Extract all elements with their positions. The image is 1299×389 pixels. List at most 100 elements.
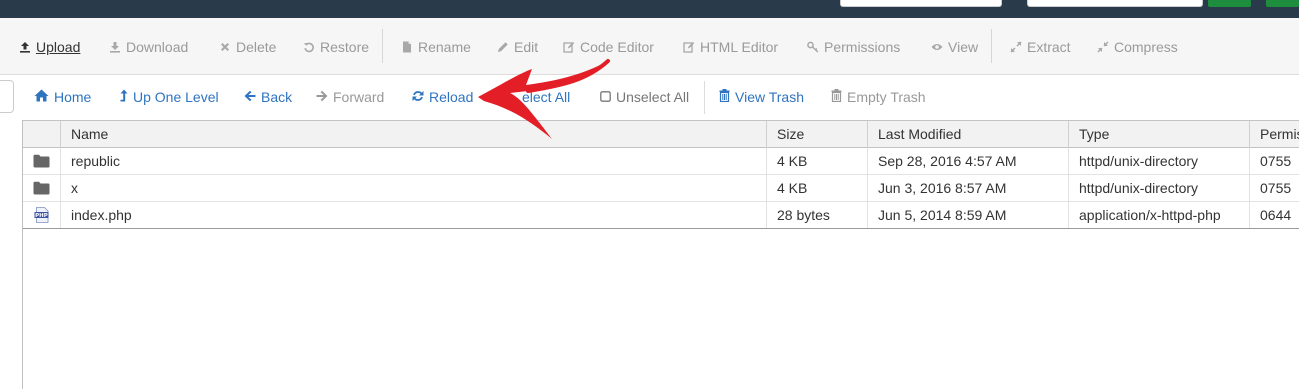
unselect-all-label: Unselect All — [616, 89, 690, 105]
header-permissions[interactable]: Permis — [1249, 121, 1299, 148]
file-name: index.php — [60, 202, 766, 228]
header-size[interactable]: Size — [766, 121, 867, 148]
file-name: x — [60, 175, 766, 201]
checkbox-icon — [600, 89, 611, 105]
header-icon-column — [23, 121, 60, 148]
header-action-button[interactable] — [1266, 0, 1299, 7]
file-icon — [401, 41, 413, 53]
toolbar-divider — [991, 29, 992, 63]
folder-icon — [23, 175, 60, 201]
file-modified: Jun 3, 2016 8:57 AM — [867, 175, 1068, 201]
file-size: 4 KB — [766, 148, 867, 174]
file-permissions: 0755 — [1249, 148, 1299, 174]
key-icon — [807, 41, 819, 53]
file-modified: Sep 28, 2016 4:57 AM — [867, 148, 1068, 174]
permissions-button[interactable]: Permissions — [807, 38, 900, 56]
file-permissions: 0755 — [1249, 175, 1299, 201]
compress-icon — [1097, 41, 1109, 53]
trash-icon — [831, 89, 842, 105]
refresh-icon — [412, 89, 424, 105]
view-label: View — [948, 39, 979, 55]
forward-button[interactable]: Forward — [316, 88, 384, 106]
extract-label: Extract — [1027, 39, 1071, 55]
arrow-right-icon — [316, 89, 328, 105]
home-label: Home — [54, 89, 92, 105]
trash-icon — [719, 89, 730, 105]
restore-button[interactable]: Restore — [303, 38, 369, 56]
header-field-1[interactable] — [840, 0, 1002, 7]
left-panel-toggle[interactable] — [0, 80, 14, 113]
compress-button[interactable]: Compress — [1097, 38, 1178, 56]
header-last-modified[interactable]: Last Modified — [867, 121, 1068, 148]
table-row[interactable]: x 4 KB Jun 3, 2016 8:57 AM httpd/unix-di… — [23, 175, 1299, 202]
empty-trash-label: Empty Trash — [847, 89, 926, 105]
forward-label: Forward — [333, 89, 385, 105]
home-button[interactable]: Home — [34, 88, 91, 106]
file-name: republic — [60, 148, 766, 174]
arrow-left-icon — [244, 89, 256, 105]
table-header: Name Size Last Modified Type Permis — [23, 120, 1299, 148]
level-up-icon — [120, 89, 128, 105]
svg-text:PHP: PHP — [35, 213, 48, 219]
html-editor-button[interactable]: HTML Editor — [683, 38, 778, 56]
select-all-label: elect All — [522, 89, 571, 105]
upload-icon — [19, 41, 31, 53]
expand-icon — [1010, 41, 1022, 53]
code-editor-button[interactable]: Code Editor — [563, 38, 654, 56]
rename-label: Rename — [418, 39, 471, 55]
table-row[interactable]: PHP index.php 28 bytes Jun 5, 2014 8:59 … — [23, 202, 1299, 229]
reload-label: Reload — [429, 89, 474, 105]
file-size: 4 KB — [766, 175, 867, 201]
nav-divider — [704, 81, 705, 114]
restore-icon — [303, 41, 315, 53]
navigation-bar: Home Up One Level Back Forward Reload el… — [0, 75, 1299, 120]
upload-label: Upload — [36, 39, 81, 55]
download-icon — [109, 41, 121, 53]
select-all-button[interactable]: elect All — [522, 88, 570, 106]
delete-icon — [219, 41, 231, 53]
home-icon — [34, 89, 49, 105]
file-size: 28 bytes — [766, 202, 867, 228]
view-trash-button[interactable]: View Trash — [719, 88, 804, 106]
file-type: httpd/unix-directory — [1068, 148, 1249, 174]
rename-button[interactable]: Rename — [401, 38, 471, 56]
file-type: httpd/unix-directory — [1068, 175, 1249, 201]
code-editor-label: Code Editor — [580, 39, 654, 55]
file-toolbar: Upload Download Delete Restore Rename Ed… — [0, 18, 1299, 75]
download-button[interactable]: Download — [109, 38, 188, 56]
extract-button[interactable]: Extract — [1010, 38, 1071, 56]
view-trash-label: View Trash — [735, 89, 804, 105]
compress-label: Compress — [1114, 39, 1178, 55]
edit-square-icon — [683, 41, 695, 53]
reload-button[interactable]: Reload — [412, 88, 473, 106]
back-label: Back — [261, 89, 293, 105]
file-type: application/x-httpd-php — [1068, 202, 1249, 228]
pencil-icon — [497, 41, 509, 53]
permissions-label: Permissions — [824, 39, 901, 55]
restore-label: Restore — [320, 39, 370, 55]
back-button[interactable]: Back — [244, 88, 292, 106]
view-button[interactable]: View — [931, 38, 978, 56]
php-file-icon: PHP — [23, 202, 60, 228]
up-one-level-label: Up One Level — [133, 89, 219, 105]
top-header — [0, 0, 1299, 18]
header-name[interactable]: Name — [60, 121, 766, 148]
folder-icon — [23, 148, 60, 174]
delete-label: Delete — [236, 39, 277, 55]
delete-button[interactable]: Delete — [219, 38, 276, 56]
header-go-button[interactable] — [1208, 0, 1251, 7]
unselect-all-button[interactable]: Unselect All — [600, 88, 689, 106]
html-editor-label: HTML Editor — [700, 39, 779, 55]
empty-trash-button[interactable]: Empty Trash — [831, 88, 926, 106]
file-list-table: Name Size Last Modified Type Permis repu… — [22, 120, 1299, 389]
up-one-level-button[interactable]: Up One Level — [120, 88, 219, 106]
header-type[interactable]: Type — [1068, 121, 1249, 148]
upload-button[interactable]: Upload — [19, 38, 80, 56]
header-field-2[interactable] — [1027, 0, 1203, 7]
edit-square-icon — [563, 41, 575, 53]
edit-button[interactable]: Edit — [497, 38, 538, 56]
table-row[interactable]: republic 4 KB Sep 28, 2016 4:57 AM httpd… — [23, 148, 1299, 175]
download-label: Download — [126, 39, 189, 55]
file-modified: Jun 5, 2014 8:59 AM — [867, 202, 1068, 228]
file-permissions: 0644 — [1249, 202, 1299, 228]
